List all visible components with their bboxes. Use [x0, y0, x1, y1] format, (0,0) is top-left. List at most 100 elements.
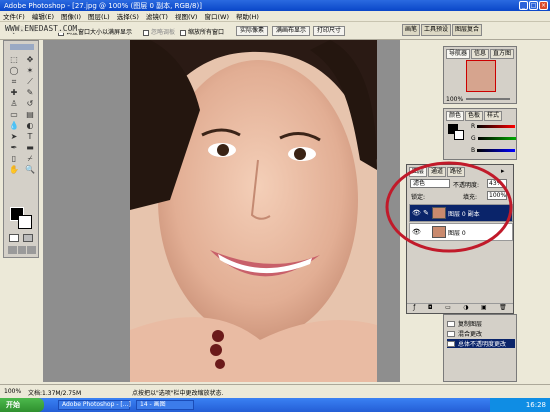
path-select-icon[interactable]: ➤ [6, 132, 22, 142]
tab-styles[interactable]: 样式 [484, 111, 503, 121]
start-label: 开始 [6, 401, 20, 409]
add-style-icon[interactable]: ƒ [413, 304, 415, 313]
toolbox: ⬚ ✥ ◯ ✶ ⌗ ⟋ ✚ ✎ ♙ ↺ ▭ ▤ 💧 ◐ ➤ T ✒ ▬ ▯ ⌿ … [3, 40, 39, 258]
brush-tool-icon[interactable]: ✎ [22, 88, 38, 98]
taskbar-item-paint[interactable]: 14 - 画图 [136, 400, 194, 410]
history-brush-icon[interactable]: ↺ [22, 99, 38, 109]
screen-mode-3-icon[interactable] [27, 246, 37, 254]
navigator-zoom[interactable]: 100% [446, 96, 463, 103]
maximize-button[interactable]: □ [529, 1, 538, 10]
menu-filter[interactable]: 滤镜(T) [146, 11, 168, 21]
standard-mode-icon[interactable] [9, 234, 19, 242]
print-size-button[interactable]: 打印尺寸 [313, 26, 346, 36]
layers-footer: ƒ ◘ ▭ ◑ ▣ 🗑 [407, 303, 513, 313]
palette-dock: 画笔 工具预设 图层复合 [402, 24, 550, 36]
notes-tool-icon[interactable]: ▯ [6, 154, 22, 164]
canvas-photo[interactable] [130, 40, 377, 382]
menu-layer[interactable]: 图层(L) [88, 11, 110, 21]
history-state-icon [447, 330, 455, 337]
screen-mode-buttons [8, 246, 37, 254]
dock-tab-tool-presets[interactable]: 工具预设 [421, 24, 452, 36]
tab-color[interactable]: 颜色 [446, 111, 465, 121]
actual-pixels-button[interactable]: 实际像素 [236, 26, 269, 36]
dock-tab-layer-comps[interactable]: 图层复合 [452, 24, 483, 36]
healing-brush-icon[interactable]: ✚ [6, 88, 22, 98]
history-item[interactable]: 混合更改 [447, 329, 482, 338]
menu-window[interactable]: 窗口(W) [204, 11, 229, 21]
status-zoom[interactable]: 100% [4, 388, 21, 395]
zoom-all-label: 缩放所有窗口 [188, 29, 225, 36]
history-item-label: 复制图层 [458, 321, 483, 328]
history-state-icon [447, 320, 455, 327]
move-tool-icon[interactable]: ✥ [22, 55, 38, 65]
menu-file[interactable]: 文件(F) [3, 11, 25, 21]
system-tray: 16:28 [490, 398, 550, 412]
gradient-tool-icon[interactable]: ▤ [22, 110, 38, 120]
color-slider-b[interactable]: B [471, 147, 516, 154]
color-panel: 颜色 色板 样式 R G B [443, 108, 517, 160]
status-bar: 100% 文档:1.37M/2.75M 点按把以"选项"栏中更改缩放状态. [0, 384, 550, 398]
menu-view[interactable]: 视图(V) [175, 11, 198, 21]
title-bar: Adobe Photoshop - [27.jpg @ 100% (图层 0 副… [0, 0, 550, 11]
marquee-tool-icon[interactable]: ⬚ [6, 55, 22, 65]
menu-edit[interactable]: 编辑(E) [32, 11, 54, 21]
add-mask-icon[interactable]: ◘ [428, 304, 433, 313]
color-slider-r[interactable]: R [471, 123, 516, 130]
delete-layer-icon[interactable]: 🗑 [499, 304, 507, 313]
menu-image[interactable]: 图像(I) [61, 11, 81, 21]
ignore-palettes-checkbox[interactable]: 忽略调板 [143, 27, 175, 36]
status-doc-size[interactable]: 文档:1.37M/2.75M [28, 388, 81, 397]
start-button[interactable]: 开始 [0, 398, 44, 412]
color-background-swatch[interactable] [454, 130, 464, 140]
watermark: WWW.ENEDAST.COM [4, 24, 79, 33]
toolbox-header[interactable] [10, 44, 34, 50]
ignore-palettes-label: 忽略调板 [151, 29, 176, 36]
magic-wand-icon[interactable]: ✶ [22, 66, 38, 76]
blur-tool-icon[interactable]: 💧 [6, 121, 22, 131]
window-title: Adobe Photoshop - [27.jpg @ 100% (图层 0 副… [4, 2, 202, 10]
quickmask-mode-icon[interactable] [23, 234, 33, 242]
crop-tool-icon[interactable]: ⌗ [6, 77, 22, 87]
channel-r-label: R [471, 123, 476, 130]
dock-tab-brushes[interactable]: 画笔 [402, 24, 421, 36]
eraser-tool-icon[interactable]: ▭ [6, 110, 22, 120]
tab-navigator[interactable]: 导航器 [446, 49, 471, 59]
tab-info[interactable]: 信息 [471, 49, 490, 59]
channel-b-label: B [471, 147, 476, 154]
hand-tool-icon[interactable]: ✋ [6, 165, 22, 175]
fit-screen-button[interactable]: 满画布显示 [272, 26, 311, 36]
pen-tool-icon[interactable]: ✒ [6, 143, 22, 153]
close-button[interactable]: × [539, 1, 548, 10]
taskbar-item-photoshop[interactable]: Adobe Photoshop - [...] [58, 400, 131, 410]
status-tip: 点按把以"选项"栏中更改缩放状态. [132, 390, 224, 397]
tab-histogram[interactable]: 直方图 [490, 49, 515, 59]
zoom-tool-icon[interactable]: 🔍 [22, 165, 38, 175]
screen-mode-2-icon[interactable] [17, 246, 27, 254]
slice-tool-icon[interactable]: ⟋ [22, 77, 38, 87]
minimize-button[interactable]: _ [519, 1, 528, 10]
history-item[interactable]: 复制图层 [447, 319, 482, 328]
history-item-label: 混合更改 [458, 331, 483, 338]
type-tool-icon[interactable]: T [22, 132, 38, 142]
new-layer-icon[interactable]: ▣ [481, 304, 487, 313]
dodge-tool-icon[interactable]: ◐ [22, 121, 38, 131]
stamp-tool-icon[interactable]: ♙ [6, 99, 22, 109]
lasso-tool-icon[interactable]: ◯ [6, 66, 22, 76]
history-item-selected[interactable]: 总体不透明度更改 [447, 339, 515, 348]
history-item-label: 总体不透明度更改 [458, 341, 507, 348]
navigator-thumbnail[interactable] [466, 60, 496, 92]
adjustment-layer-icon[interactable]: ◑ [463, 304, 468, 313]
taskbar: 开始 Adobe Photoshop - [...] 14 - 画图 16:28 [0, 398, 550, 412]
new-set-icon[interactable]: ▭ [445, 304, 451, 313]
menu-select[interactable]: 选择(S) [117, 11, 139, 21]
tab-swatches[interactable]: 色板 [465, 111, 484, 121]
zoom-all-checkbox[interactable]: 缩放所有窗口 [180, 27, 224, 36]
screen-mode-1-icon[interactable] [8, 246, 17, 254]
color-slider-g[interactable]: G [471, 135, 516, 142]
history-panel: 复制图层 混合更改 总体不透明度更改 [443, 314, 517, 382]
shape-tool-icon[interactable]: ▬ [22, 143, 38, 153]
eyedropper-icon[interactable]: ⌿ [22, 154, 38, 164]
menu-help[interactable]: 帮助(H) [236, 11, 259, 21]
navigator-zoom-slider[interactable] [466, 98, 510, 100]
background-color-swatch[interactable] [18, 215, 32, 229]
